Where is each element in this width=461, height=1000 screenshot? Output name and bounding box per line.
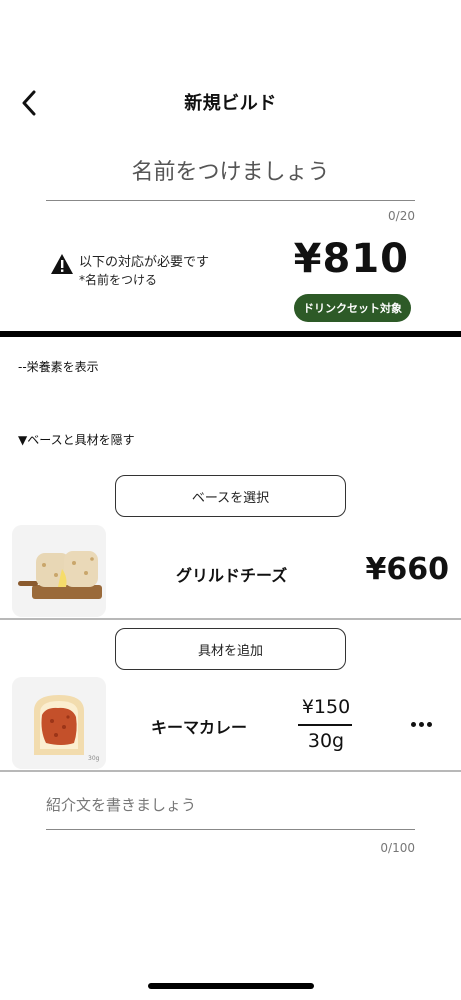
name-char-counter: 0/20: [388, 209, 415, 223]
notice-title: 以下の対応が必要です: [79, 255, 210, 270]
price-weight-separator: [298, 724, 352, 726]
drink-set-badge: ドリンクセット対象: [294, 294, 411, 322]
add-topping-button[interactable]: 具材を追加: [115, 628, 346, 670]
toppings-divider: [0, 770, 461, 772]
topping-item-image: 30g: [12, 677, 106, 769]
section-divider: [0, 331, 461, 337]
topping-image-weight-label: 30g: [88, 755, 100, 762]
page-title: 新規ビルド: [184, 93, 277, 114]
base-item-name: グリルドチーズ: [176, 566, 288, 585]
notice-requirement: *名前をつける: [79, 273, 158, 287]
topping-item-weight: 30g: [307, 730, 345, 752]
hide-base-toggle[interactable]: ▼ベースと具材を隠す: [18, 431, 135, 448]
topping-item-price: ¥150: [301, 696, 351, 718]
more-options-icon[interactable]: [404, 710, 438, 738]
warning-icon: [51, 254, 73, 274]
topping-item-name: キーマカレー: [151, 718, 248, 737]
grilled-cheese-image: [12, 525, 106, 617]
show-nutrition-toggle[interactable]: --栄養素を表示: [18, 358, 99, 375]
base-divider: [0, 618, 461, 620]
base-item-price: ¥660: [365, 552, 450, 587]
intro-text-input[interactable]: [46, 780, 415, 830]
build-name-input[interactable]: [46, 145, 415, 201]
select-base-button[interactable]: ベースを選択: [115, 475, 346, 517]
total-price: ¥810: [293, 236, 409, 282]
home-indicator: [148, 983, 314, 989]
base-item-image: [12, 525, 106, 617]
intro-char-counter: 0/100: [380, 841, 415, 855]
